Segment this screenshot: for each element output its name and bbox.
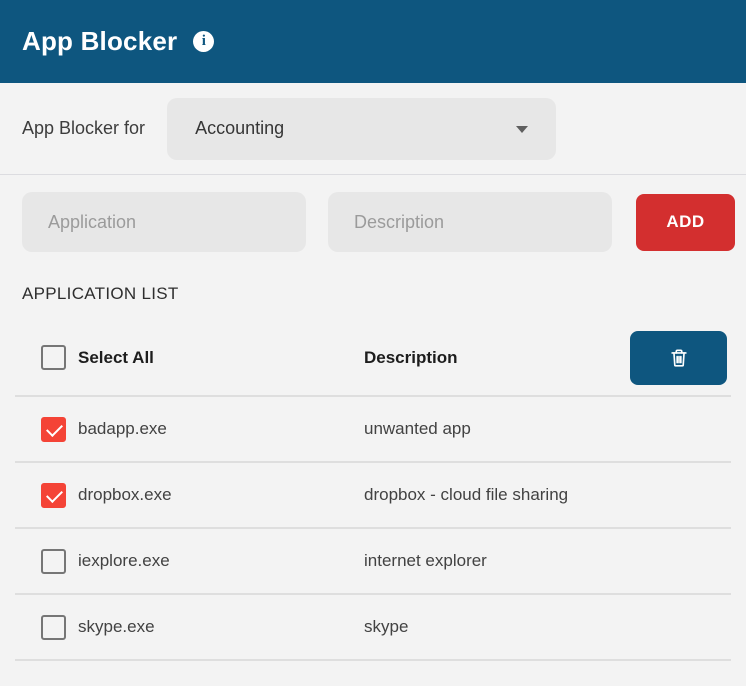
app-description: dropbox - cloud file sharing [364,485,727,505]
add-button[interactable]: ADD [636,194,735,251]
table-header-row: Select All Description [0,320,746,395]
app-name: dropbox.exe [78,485,172,505]
app-description: internet explorer [364,551,727,571]
group-select-value: Accounting [195,118,284,139]
table-row: dropbox.exe dropbox - cloud file sharing [0,463,746,527]
chevron-down-icon [516,126,528,133]
app-cell: badapp.exe [41,417,364,442]
application-list-heading: APPLICATION LIST [22,284,724,320]
trash-icon [668,346,690,370]
description-column-header: Description [364,348,630,368]
app-description: unwanted app [364,419,727,439]
group-select-dropdown[interactable]: Accounting [167,98,556,160]
app-cell: skype.exe [41,615,364,640]
add-form-row: ADD [0,175,746,270]
app-name: badapp.exe [78,419,167,439]
app-header: App Blocker i [0,0,746,83]
filter-label: App Blocker for [22,118,145,139]
application-input[interactable] [22,192,306,252]
row-checkbox[interactable] [41,549,66,574]
app-description: skype [364,617,727,637]
row-divider [15,659,731,661]
select-all-cell: Select All [41,345,364,370]
row-checkbox[interactable] [41,417,66,442]
app-cell: iexplore.exe [41,549,364,574]
select-all-label: Select All [78,348,154,368]
filter-row: App Blocker for Accounting [0,83,746,175]
info-icon[interactable]: i [193,31,214,52]
table-row: skype.exe skype [0,595,746,659]
page-title: App Blocker [22,26,177,57]
app-cell: dropbox.exe [41,483,364,508]
delete-selected-button[interactable] [630,331,727,385]
row-checkbox[interactable] [41,615,66,640]
app-name: iexplore.exe [78,551,170,571]
table-row: iexplore.exe internet explorer [0,529,746,593]
select-all-checkbox[interactable] [41,345,66,370]
description-input[interactable] [328,192,612,252]
row-checkbox[interactable] [41,483,66,508]
app-name: skype.exe [78,617,155,637]
table-row: badapp.exe unwanted app [0,397,746,461]
